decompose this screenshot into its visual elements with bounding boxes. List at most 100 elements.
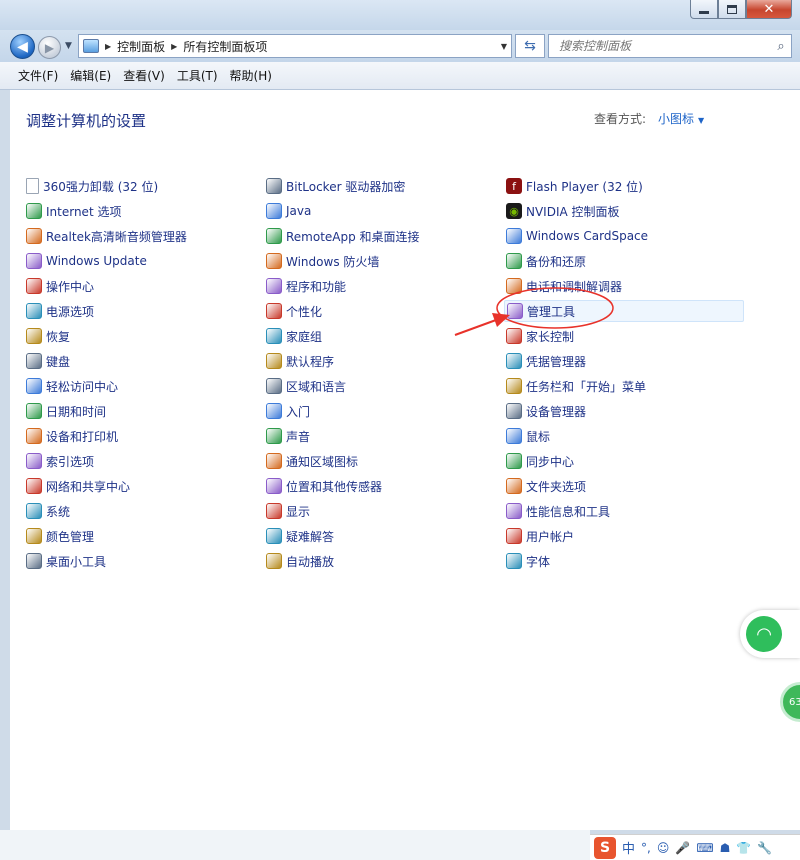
cp-item-ease-of-access[interactable]: 轻松访问中心: [26, 375, 118, 397]
ime-punctuation-toggle[interactable]: °,: [641, 841, 651, 855]
refresh-button[interactable]: ⇆: [515, 34, 545, 58]
cp-item-mouse[interactable]: 鼠标: [506, 425, 550, 447]
cp-item-devices-printers[interactable]: 设备和打印机: [26, 425, 118, 447]
menu-help[interactable]: 帮助(H): [224, 67, 278, 84]
cp-item-bitlocker[interactable]: BitLocker 驱动器加密: [266, 175, 405, 197]
forward-button[interactable]: ▶: [38, 36, 61, 59]
cp-item-java[interactable]: Java: [266, 200, 311, 222]
cp-item-firewall[interactable]: Windows 防火墙: [266, 250, 379, 272]
cp-item-user-accounts[interactable]: 用户帐户: [506, 525, 574, 547]
cp-item-flash-player[interactable]: f Flash Player (32 位): [506, 175, 643, 197]
realtek-audio-icon: [26, 228, 42, 244]
cp-item-label: 位置和其他传感器: [286, 479, 383, 494]
flash-player-icon: f: [506, 178, 522, 194]
address-history-dropdown[interactable]: ▼: [496, 34, 512, 58]
cp-item-sound[interactable]: 声音: [266, 425, 310, 447]
breadcrumb-all-items[interactable]: 所有控制面板项: [183, 38, 267, 55]
region-language-icon: [266, 378, 282, 394]
cp-item-label: 轻松访问中心: [46, 379, 119, 394]
cp-item-keyboard[interactable]: 键盘: [26, 350, 70, 372]
minimize-button[interactable]: [690, 0, 718, 19]
cp-item-label: 恢复: [46, 329, 71, 344]
search-input[interactable]: [549, 36, 771, 56]
cp-item-internet-options[interactable]: Internet 选项: [26, 200, 121, 222]
cp-item-programs[interactable]: 程序和功能: [266, 275, 346, 297]
cp-item-label: 网络和共享中心: [46, 479, 131, 494]
ime-mode-toggle[interactable]: 中: [622, 838, 635, 857]
cp-item-getting-started[interactable]: 入门: [266, 400, 310, 422]
cp-item-label: 操作中心: [46, 279, 95, 294]
cp-item-backup[interactable]: 备份和还原: [506, 250, 586, 272]
chevron-right-icon[interactable]: ▶: [105, 42, 111, 51]
recent-pages-dropdown[interactable]: ▼: [65, 41, 72, 51]
cp-item-remoteapp[interactable]: RemoteApp 和桌面连接: [266, 225, 420, 247]
cp-item-network[interactable]: 网络和共享中心: [26, 475, 130, 497]
cp-item-label: 系统: [46, 504, 71, 519]
cp-item-personalization[interactable]: 个性化: [266, 300, 322, 322]
cp-item-nvidia[interactable]: ◉ NVIDIA 控制面板: [506, 200, 620, 222]
cp-item-system[interactable]: 系统: [26, 500, 70, 522]
cp-item-autoplay[interactable]: 自动播放: [266, 550, 334, 572]
cp-item-realtek-audio[interactable]: Realtek高清晰音频管理器: [26, 225, 187, 247]
network-icon: [26, 478, 42, 494]
cp-item-admin-tools[interactable]: 管理工具: [504, 300, 744, 322]
cp-item-default-programs[interactable]: 默认程序: [266, 350, 334, 372]
cp-item-label: Realtek高清晰音频管理器: [46, 229, 187, 244]
menu-view[interactable]: 查看(V): [117, 67, 171, 84]
cp-item-action-center-flag[interactable]: 操作中心: [26, 275, 94, 297]
search-box[interactable]: ⌕: [548, 34, 792, 58]
cp-item-region-language[interactable]: 区域和语言: [266, 375, 346, 397]
search-icon[interactable]: ⌕: [771, 39, 791, 54]
cp-item-label: 家庭组: [286, 329, 323, 344]
sogou-logo-icon[interactable]: S: [594, 836, 616, 859]
indexing-icon: [26, 453, 42, 469]
maximize-button[interactable]: [718, 0, 746, 19]
wifi-widget[interactable]: ◠: [740, 610, 800, 658]
cp-item-label: 家长控制: [526, 329, 575, 344]
skin-icon[interactable]: ☗: [720, 841, 731, 855]
cp-item-parental-controls[interactable]: 家长控制: [506, 325, 574, 347]
keyboard-icon[interactable]: ⌨: [696, 841, 713, 855]
cp-item-taskbar[interactable]: 任务栏和「开始」菜单: [506, 375, 646, 397]
microphone-icon[interactable]: 🎤: [675, 841, 690, 855]
cp-item-label: 自动播放: [286, 554, 335, 569]
cp-item-indexing[interactable]: 索引选项: [26, 450, 94, 472]
cp-item-performance[interactable]: 性能信息和工具: [506, 500, 610, 522]
cp-item-color-management[interactable]: 颜色管理: [26, 525, 94, 547]
nvidia-icon: ◉: [506, 203, 522, 219]
cp-item-blank-doc[interactable]: 360强力卸载 (32 位): [26, 175, 158, 197]
shirt-icon[interactable]: 👕: [736, 841, 751, 855]
breadcrumb-control-panel[interactable]: 控制面板: [117, 38, 165, 55]
cp-item-gadgets[interactable]: 桌面小工具: [26, 550, 106, 572]
chevron-right-icon[interactable]: ▶: [171, 42, 177, 51]
cp-item-fonts[interactable]: 字体: [506, 550, 550, 572]
cp-item-recovery[interactable]: 恢复: [26, 325, 70, 347]
cp-item-homegroup[interactable]: 家庭组: [266, 325, 322, 347]
cp-item-sync[interactable]: 同步中心: [506, 450, 574, 472]
menu-edit[interactable]: 编辑(E): [64, 67, 117, 84]
cp-item-folder-options[interactable]: 文件夹选项: [506, 475, 586, 497]
close-button[interactable]: ✕: [746, 0, 792, 19]
back-button[interactable]: ◀: [10, 34, 35, 59]
cp-item-power-options[interactable]: 电源选项: [26, 300, 94, 322]
cp-item-date-time[interactable]: 日期和时间: [26, 400, 106, 422]
cp-item-phone-modem[interactable]: 电话和调制解调器: [506, 275, 622, 297]
cp-item-device-manager[interactable]: 设备管理器: [506, 400, 586, 422]
action-center-flag-icon: [26, 278, 42, 294]
menu-tools[interactable]: 工具(T): [171, 67, 224, 84]
cp-item-display[interactable]: 显示: [266, 500, 310, 522]
cp-item-troubleshooting[interactable]: 疑难解答: [266, 525, 334, 547]
cp-item-label: Windows 防火墙: [286, 254, 380, 269]
view-mode-dropdown[interactable]: 小图标 ▼: [658, 110, 704, 127]
cardspace-icon: [506, 228, 522, 244]
cp-item-sensors[interactable]: 位置和其他传感器: [266, 475, 382, 497]
cp-item-label: 个性化: [286, 304, 323, 319]
emoji-icon[interactable]: ☺: [657, 841, 670, 855]
wrench-icon[interactable]: 🔧: [757, 841, 772, 855]
cp-item-credential[interactable]: 凭据管理器: [506, 350, 586, 372]
cp-item-cardspace[interactable]: Windows CardSpace: [506, 225, 648, 247]
cp-item-notification-icons[interactable]: 通知区域图标: [266, 450, 358, 472]
cp-item-windows-update[interactable]: Windows Update: [26, 250, 147, 272]
address-bar[interactable]: ▶ 控制面板 ▶ 所有控制面板项: [78, 34, 512, 58]
menu-file[interactable]: 文件(F): [12, 67, 64, 84]
